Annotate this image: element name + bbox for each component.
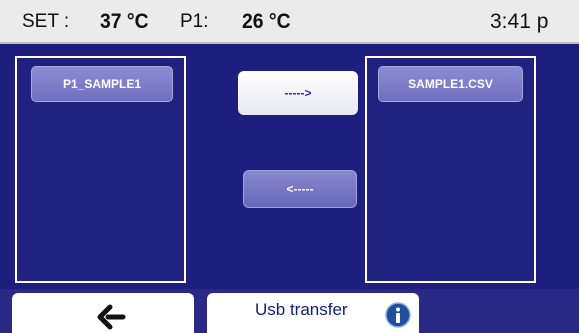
set-temperature: 37 °C: [100, 10, 149, 33]
clock: 3:41 p: [490, 10, 549, 33]
back-button[interactable]: [12, 293, 194, 333]
status-bar: SET : 37 °C P1: 26 °C 3:41 p: [0, 0, 579, 44]
left-file-item[interactable]: P1_SAMPLE1: [31, 66, 173, 102]
screen-title: Usb transfer: [255, 300, 348, 319]
back-arrow-icon: [97, 304, 126, 330]
right-file-panel: SAMPLE1.CSV: [365, 56, 536, 283]
p1-temperature: 26 °C: [242, 10, 291, 33]
transfer-to-right-button[interactable]: ----->: [238, 71, 358, 115]
transfer-to-left-button[interactable]: <-----: [243, 170, 357, 208]
right-file-item[interactable]: SAMPLE1.CSV: [378, 66, 523, 102]
info-icon[interactable]: [385, 302, 411, 328]
left-file-panel: P1_SAMPLE1: [15, 56, 186, 283]
p1-label: P1:: [180, 11, 209, 32]
set-label: SET :: [22, 11, 70, 32]
screen-title-tab: Usb transfer: [207, 293, 419, 333]
